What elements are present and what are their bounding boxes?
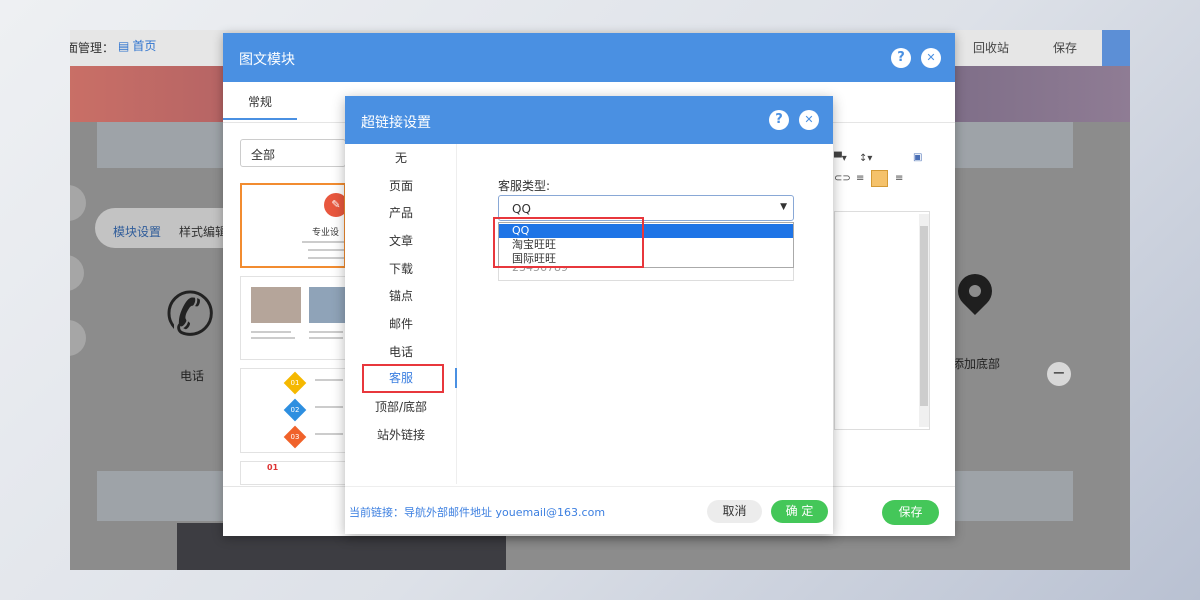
close-icon[interactable]: ✕ — [799, 110, 819, 130]
align-right-icon[interactable]: ≡ — [895, 173, 903, 184]
link-type-nav: 无 页面 产品 文章 下载 锚点 邮件 电话 客服 顶部/底部 站外链接 — [345, 144, 457, 484]
dialog-title: 超链接设置 — [361, 115, 431, 131]
tab-module-settings[interactable]: 模块设置 — [113, 223, 161, 240]
nav-item-phone[interactable]: 电话 — [345, 342, 457, 362]
nav-item-article[interactable]: 文章 — [345, 231, 457, 251]
page-manage-label: 页面管理： — [70, 41, 115, 55]
active-nav-indicator — [455, 368, 457, 388]
nav-item-top-bottom[interactable]: 顶部/底部 — [345, 397, 457, 417]
text-line — [309, 337, 343, 339]
highlight-box — [362, 364, 444, 393]
help-icon[interactable]: ? — [769, 110, 789, 130]
image-icon[interactable]: ▣ — [913, 152, 922, 163]
hyperlink-settings-dialog: 超链接设置 ? ✕ 无 页面 产品 文章 下载 锚点 邮件 电话 客服 顶部/底… — [345, 96, 833, 534]
nav-item-external[interactable]: 站外链接 — [345, 425, 457, 445]
template-card[interactable]: 01 — [240, 461, 346, 485]
phone-label: 电话 — [180, 369, 205, 383]
align-left-icon[interactable]: ≡ — [856, 173, 864, 184]
home-page-link[interactable]: ▤ 首页 — [118, 37, 156, 54]
phone-icon: ✆ — [165, 280, 216, 350]
text-line — [308, 257, 344, 259]
recycle-bin-button[interactable]: 回收站 — [973, 39, 1009, 56]
editor-scroll-thumb[interactable] — [920, 226, 928, 406]
team-photo — [309, 287, 345, 323]
template-title: 专业设 — [312, 228, 340, 238]
chevron-down-icon: ▼ — [780, 202, 787, 212]
template-card[interactable]: ✎ 专业设 — [240, 183, 346, 268]
align-center-icon[interactable] — [871, 170, 888, 187]
selected-value: QQ — [512, 202, 531, 216]
save-button[interactable]: 保存 — [882, 500, 939, 525]
template-filter-select[interactable]: 全部 — [240, 139, 346, 167]
text-line — [302, 241, 344, 243]
text-line — [251, 337, 295, 339]
cancel-button[interactable]: 取消 — [707, 500, 762, 523]
remove-button[interactable]: − — [1047, 362, 1071, 386]
add-footer-label: 添加底部 — [952, 357, 1001, 371]
team-photo — [251, 287, 301, 323]
edit-icon: ✎ — [324, 193, 344, 217]
nav-item-download[interactable]: 下载 — [345, 259, 457, 279]
side-circle — [70, 320, 86, 356]
page-icon: ▤ — [118, 39, 130, 53]
customer-service-type-label: 客服类型: — [498, 179, 551, 193]
help-icon[interactable]: ? — [891, 48, 911, 68]
close-icon[interactable]: ✕ — [921, 48, 941, 68]
text-line — [251, 331, 291, 333]
text-line — [309, 331, 343, 333]
toolbar-blue-button[interactable] — [1102, 30, 1130, 66]
dialog-title: 图文模块 — [239, 52, 295, 68]
nav-item-product[interactable]: 产品 — [345, 203, 457, 223]
paragraph-icon[interactable]: ▀▾ — [834, 153, 847, 164]
side-circle — [70, 185, 86, 221]
tab-general[interactable]: 常规 — [223, 82, 297, 120]
map-pin-dot — [969, 285, 981, 297]
highlight-box — [493, 217, 644, 268]
text-editor-area[interactable] — [834, 211, 930, 430]
footer-divider — [345, 486, 833, 487]
dialog-header: 图文模块 ? ✕ — [223, 33, 955, 82]
nav-item-none[interactable]: 无 — [345, 148, 457, 168]
list-number: 02 — [290, 406, 300, 414]
nav-item-email[interactable]: 邮件 — [345, 314, 457, 334]
side-circle — [70, 255, 84, 291]
text-line — [315, 379, 343, 381]
template-card[interactable] — [240, 276, 346, 360]
list-number: 01 — [290, 379, 300, 387]
line-height-icon[interactable]: ↕▾ — [859, 153, 872, 164]
toolbar-save-button[interactable]: 保存 — [1053, 39, 1077, 56]
text-line — [315, 433, 343, 435]
text-line — [308, 249, 344, 251]
template-card[interactable]: 01 02 03 — [240, 368, 346, 453]
nav-item-anchor[interactable]: 锚点 — [345, 286, 457, 306]
link-icon[interactable]: ⊂⊃ — [834, 173, 851, 184]
text-line — [315, 406, 343, 408]
template-number: 01 — [267, 463, 279, 472]
nav-item-page[interactable]: 页面 — [345, 176, 457, 196]
list-number: 03 — [290, 433, 300, 441]
confirm-button[interactable]: 确 定 — [771, 500, 828, 523]
dialog-header: 超链接设置 ? ✕ — [345, 96, 833, 144]
home-page-label: 首页 — [132, 39, 157, 53]
tab-style-edit[interactable]: 样式编辑 — [179, 223, 227, 240]
current-link-text: 当前链接：导航外部邮件地址 youemail@163.com — [349, 506, 606, 519]
